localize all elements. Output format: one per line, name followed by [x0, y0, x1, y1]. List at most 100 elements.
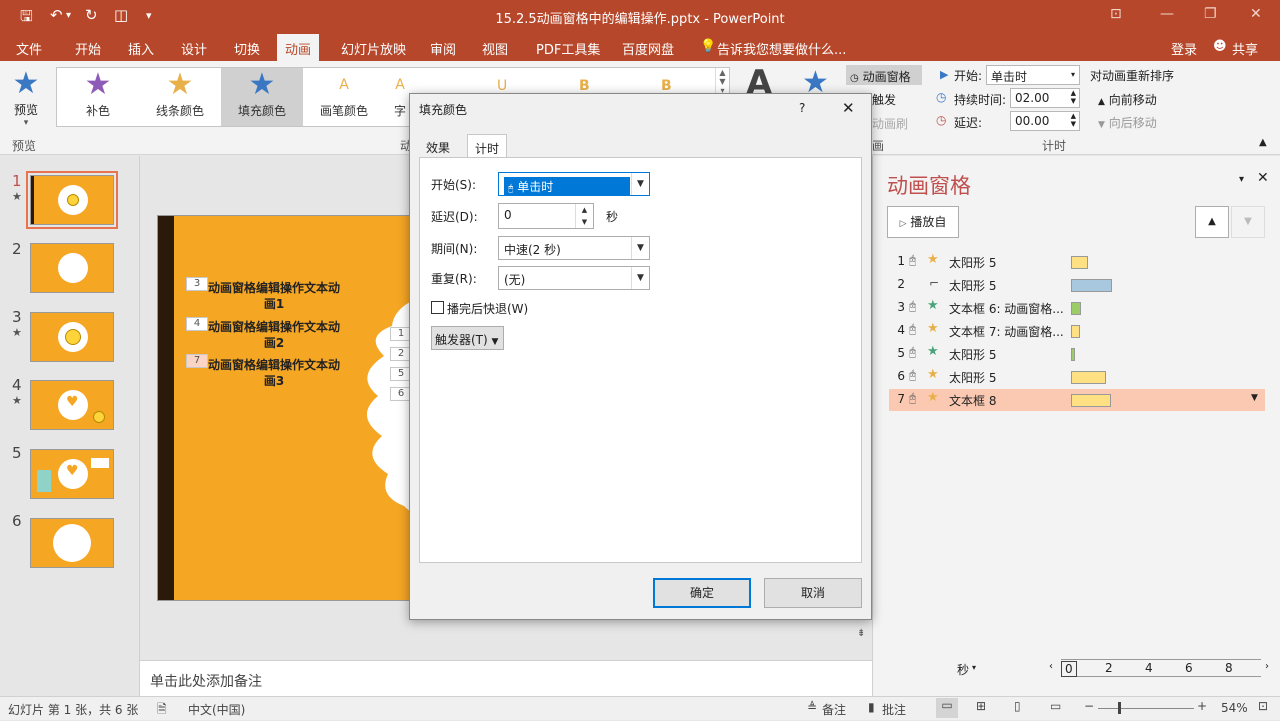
zoom-in-icon[interactable]: +	[1197, 699, 1207, 713]
zoom-out-icon[interactable]: −	[1084, 699, 1094, 713]
timeline-bar[interactable]	[1071, 325, 1080, 338]
repeat-combo[interactable]: (无) ▼	[498, 266, 650, 290]
timeline-right-icon[interactable]: ›	[1265, 661, 1269, 672]
thumb-widget	[91, 458, 109, 468]
restore-button[interactable]: ❐	[1204, 6, 1217, 22]
animation-row-4[interactable]: 4 🖰 ★ 文本框 7: 动画窗格...	[889, 320, 1265, 342]
notes-toggle[interactable]: 备注	[822, 701, 846, 718]
scroll-next-slide-icon[interactable]: ⇟	[857, 628, 865, 639]
move-down-button[interactable]: ▼	[1231, 206, 1265, 238]
animation-painter-button[interactable]: 动画刷	[872, 115, 908, 132]
animation-row-6[interactable]: 6 🖰 ★ 太阳形 5	[889, 366, 1265, 388]
tab-effect[interactable]: 效果	[419, 134, 457, 158]
timeline-unit[interactable]: 秒	[957, 661, 969, 678]
animation-row-1[interactable]: 1 🖰 ★ 太阳形 5	[889, 251, 1265, 273]
move-earlier-button[interactable]: ▲ 向前移动	[1098, 91, 1157, 108]
notes-pane[interactable]: 单击此处添加备注	[140, 660, 872, 696]
tab-transitions[interactable]: 切换	[234, 39, 260, 58]
duration-spinner[interactable]: 02.00 ▲ ▼	[1010, 88, 1080, 108]
gallery-item-complementary[interactable]: ★ 补色	[57, 68, 139, 126]
gallery-item-bold-flash[interactable]: B	[579, 78, 590, 94]
triggers-button[interactable]: 触发器(T) ▼	[431, 326, 504, 350]
slide-thumbnail-3[interactable]	[30, 312, 114, 362]
reading-view-icon[interactable]: ▯	[1014, 699, 1021, 713]
tab-timing[interactable]: 计时	[467, 134, 508, 159]
preview-button[interactable]: ★ 预览 ▾	[8, 67, 44, 129]
zoom-level[interactable]: 54%	[1221, 701, 1248, 715]
tab-pdf-tools[interactable]: PDF工具集	[536, 39, 600, 58]
start-select[interactable]: 单击时 ▾	[986, 65, 1080, 85]
tab-file[interactable]: 文件	[16, 39, 42, 58]
tab-review[interactable]: 审阅	[430, 39, 456, 58]
timeline-bar[interactable]	[1071, 279, 1112, 292]
duration-combo[interactable]: 中速(2 秒) ▼	[498, 236, 650, 260]
notes-icon[interactable]: ≜	[807, 700, 817, 714]
language-indicator[interactable]: 中文(中国)	[188, 701, 245, 718]
minimize-button[interactable]: —	[1160, 6, 1174, 22]
gallery-item-fill-color[interactable]: ★ 填充颜色	[221, 68, 303, 126]
timeline-bar[interactable]	[1071, 302, 1081, 315]
help-button[interactable]: ?	[799, 101, 805, 115]
zoom-slider[interactable]	[1098, 702, 1194, 714]
tab-baidu-netdisk[interactable]: 百度网盘	[622, 39, 674, 58]
tab-design[interactable]: 设计	[181, 39, 207, 58]
normal-view-icon[interactable]: ▭	[936, 698, 958, 718]
ribbon-display-options-button[interactable]: ⊡	[1110, 6, 1122, 22]
delay-input[interactable]: 0 ▲ ▼	[498, 203, 594, 229]
slide-thumbnail-2[interactable]	[30, 243, 114, 293]
tab-home[interactable]: 开始	[75, 39, 101, 58]
rewind-checkbox[interactable]	[431, 301, 444, 314]
move-up-button[interactable]: ▲	[1195, 206, 1229, 238]
cancel-button[interactable]: 取消	[764, 578, 862, 608]
timeline-left-icon[interactable]: ‹	[1049, 661, 1053, 672]
tell-me-search[interactable]: 告诉我您想要做什么...	[717, 39, 846, 58]
collapse-ribbon-icon[interactable]: ▲	[1259, 137, 1267, 148]
slide-text-box[interactable]: 动画窗格编辑操作文本动画2	[204, 319, 344, 351]
animation-row-5[interactable]: 5 🖰 ★ 太阳形 5	[889, 343, 1265, 365]
timeline-bar[interactable]	[1071, 394, 1111, 407]
tab-view[interactable]: 视图	[482, 39, 508, 58]
timeline-bar[interactable]	[1071, 348, 1075, 361]
share-button[interactable]: 共享	[1232, 39, 1258, 58]
comments-toggle[interactable]: 批注	[882, 701, 906, 718]
move-later-button[interactable]: ▼ 向后移动	[1098, 114, 1157, 131]
trigger-button[interactable]: 触发	[872, 91, 896, 108]
delay-spinner[interactable]: 00.00 ▲ ▼	[1010, 111, 1080, 131]
play-from-button[interactable]: ▷ 播放自	[887, 206, 959, 238]
slide-thumbnail-6[interactable]	[30, 518, 114, 568]
animation-row-3[interactable]: 3 🖰 ★ 文本框 6: 动画窗格...	[889, 297, 1265, 319]
start-combo[interactable]: 🖰 单击时 ▼	[498, 172, 650, 196]
slide-thumbnail-5[interactable]: ♥	[30, 449, 114, 499]
slide-canvas[interactable]: 3 动画窗格编辑操作文本动画1 4 动画窗格编辑操作文本动画2 7 动画窗格编辑…	[157, 215, 417, 601]
animation-row-2[interactable]: 2 ⌐ 太阳形 5	[889, 274, 1265, 296]
slide-text-box[interactable]: 动画窗格编辑操作文本动画3	[204, 357, 344, 389]
gallery-item-line-color[interactable]: ★ 线条颜色	[139, 68, 221, 126]
pane-options-icon[interactable]: ▾	[1239, 174, 1244, 185]
ok-button[interactable]: 确定	[653, 578, 751, 608]
comments-icon[interactable]: ▮	[868, 700, 875, 714]
row-number: 3	[897, 300, 905, 314]
gallery-item-underline[interactable]: U	[497, 78, 507, 94]
spellcheck-icon[interactable]: 🗎	[157, 700, 167, 721]
zoom-slider-thumb[interactable]	[1118, 702, 1121, 714]
gallery-item-brush-color[interactable]: A 画笔颜色	[303, 68, 385, 126]
fit-to-window-icon[interactable]: ⊡	[1258, 699, 1268, 713]
slide-sorter-icon[interactable]: ⊞	[976, 699, 986, 713]
timeline-bar[interactable]	[1071, 371, 1106, 384]
timeline-bar[interactable]	[1071, 256, 1088, 269]
close-button[interactable]: ✕	[1250, 6, 1262, 22]
slideshow-icon[interactable]: ▭	[1050, 699, 1061, 713]
row-dropdown-icon[interactable]: ▼	[1251, 393, 1258, 403]
tab-insert[interactable]: 插入	[128, 39, 154, 58]
dialog-close-button[interactable]: ✕	[842, 99, 855, 117]
close-icon[interactable]: ✕	[1257, 170, 1269, 186]
tab-slideshow[interactable]: 幻灯片放映	[341, 39, 406, 58]
animation-row-7[interactable]: 7 🖰 ★ 文本框 8 ▼	[889, 389, 1265, 411]
login-link[interactable]: 登录	[1171, 39, 1197, 58]
gallery-item-bold-reveal[interactable]: B	[661, 78, 672, 94]
tab-animations[interactable]: 动画	[277, 34, 320, 61]
slide-text-box[interactable]: 动画窗格编辑操作文本动画1	[204, 280, 344, 312]
slide-thumbnail-4[interactable]: ♥	[30, 380, 114, 430]
animation-pane-button[interactable]: ◷ 动画窗格	[846, 65, 922, 85]
slide-thumbnail-1[interactable]	[26, 171, 118, 229]
